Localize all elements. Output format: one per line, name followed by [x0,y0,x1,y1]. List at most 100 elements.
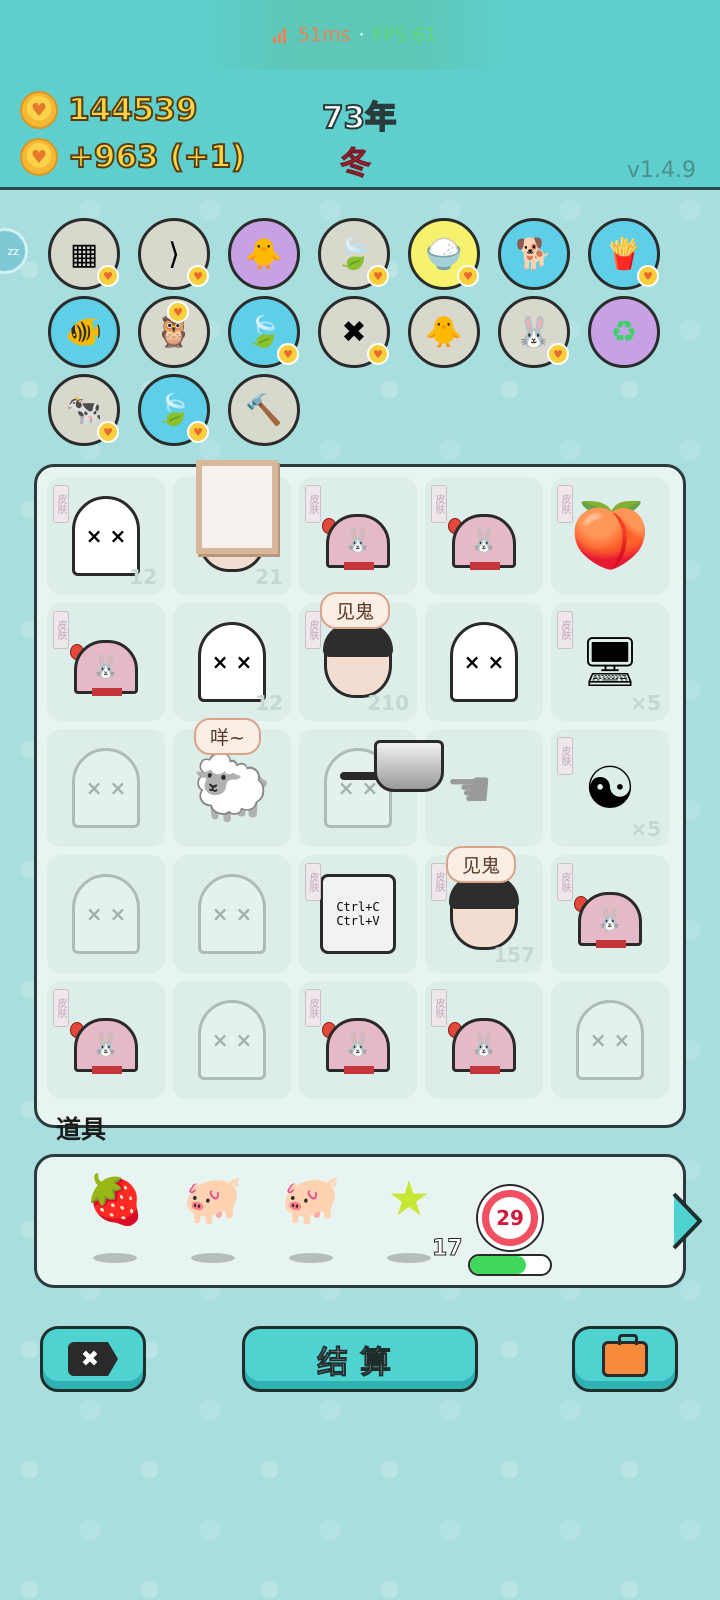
board-cell[interactable]: × × [173,981,291,1099]
skin-tag: 皮肤 [305,989,321,1027]
board-cell[interactable]: 皮肤 🐰 [425,981,543,1099]
board-cell[interactable]: × × [173,855,291,973]
chick-egg-icon[interactable]: 🐥 [408,296,480,368]
star-count: 17 [432,1236,464,1262]
skin-tag: 皮肤 [431,989,447,1027]
shiba-dog-icon[interactable]: 🐕 [498,218,570,290]
items-label: 道具 [56,1115,107,1144]
piggy-bank-icon: 🐖 [281,1172,341,1228]
tofu-cubes-icon[interactable]: ▦ ♥ [48,218,120,290]
bagua-icon: ☯ [584,754,636,822]
skin-tag: 皮肤 [53,485,69,523]
signal-icon [272,27,286,43]
piggy-bank-item[interactable]: 🐖 [273,1171,349,1267]
bag-button[interactable] [572,1326,678,1392]
board-cell[interactable]: 皮肤 × × 12 [47,477,165,595]
cooking-pot-icon[interactable] [374,740,444,792]
piggy-bank-item[interactable]: 🐖 [175,1171,251,1267]
heart-badge-icon: ♥ [97,421,119,443]
heart-badge-icon: ♥ [547,343,569,365]
skin-tag: 皮肤 [305,485,321,523]
ghost-icon: × × [72,748,140,828]
ghost-icon: × × [198,622,266,702]
board-cell[interactable]: 皮肤 🐰 [47,981,165,1099]
board-cell[interactable]: 皮肤 🐰 [425,477,543,595]
bunny-tent-icon: 🐰 [448,1004,520,1076]
leaf-icon[interactable]: 🍃 ♥ [138,374,210,446]
skin-tag: 皮肤 [53,989,69,1027]
board-cell[interactable]: 皮肤 🖥 ×5 [551,603,669,721]
board-cell[interactable]: × × 12 [173,603,291,721]
leaf-icon[interactable]: 🍃 ♥ [318,218,390,290]
ghost-icon: × × [576,1000,644,1080]
fish-tank-icon[interactable]: 🐠 [48,296,120,368]
ghost-icon: × × [198,1000,266,1080]
star-icon: ★ [387,1171,431,1227]
owl-pair-icon[interactable]: 🦉 ♥ [138,296,210,368]
top-header: 51ms · FPS 61 ♥ 144539 ♥ +963 (+1) 73年 冬… [0,0,720,190]
skin-tag: 皮肤 [53,611,69,649]
skin-tag: 皮肤 [557,485,573,523]
skip-arrow-icon[interactable]: ⟩ ♥ [138,218,210,290]
next-page-arrow-icon[interactable] [670,1190,704,1252]
board-cell[interactable]: 皮肤 🐰 [299,477,417,595]
exit-button[interactable]: ✖ [40,1326,146,1392]
french-fries-icon[interactable]: 🍟 ♥ [588,218,660,290]
ghost-icon: × × [198,874,266,954]
timer-progress [468,1254,552,1276]
picture-frame-icon[interactable] [196,460,278,554]
ghost-icon: × × [72,496,140,576]
bunny-icon[interactable]: 🐰 ♥ [498,296,570,368]
skin-tag: 皮肤 [557,737,573,775]
heart-badge-icon: ♥ [277,343,299,365]
cow-pair-icon[interactable]: 🐄 ♥ [48,374,120,446]
ghost-icon: × × [450,622,518,702]
board-cell[interactable]: 皮肤 Ctrl+C Ctrl+V [299,855,417,973]
board-cell[interactable]: 皮肤 🐰 [551,855,669,973]
coin-heart-icon: ♥ [20,91,58,129]
items-panel: 🍓 🐖 🐖 ★ [34,1154,686,1288]
board-cell[interactable]: × × [47,729,165,847]
heart-badge-icon: ♥ [187,421,209,443]
peach-icon: 🍑 [570,499,650,573]
heart-badge-icon: ♥ [367,265,389,287]
cell-count: 157 [493,943,535,967]
chick-egg-icon[interactable]: 🐥 [228,218,300,290]
board-cell[interactable]: × × [47,855,165,973]
leaf-icon[interactable]: 🍃 ♥ [228,296,300,368]
settle-button[interactable]: 结算 [242,1326,478,1392]
board-cell[interactable]: × × [425,603,543,721]
game-board: 皮肤 × × 12 21 皮肤 🐰 皮肤 🐰 皮肤 🍑 皮肤 🐰 × × 12 … [34,464,686,1128]
heart-badge-icon: ♥ [187,265,209,287]
coin-count: 144539 [67,91,198,129]
rice-bowl-icon[interactable]: 🍚 ♥ [408,218,480,290]
bunny-tent-icon: 🐰 [70,1004,142,1076]
skin-tag: 皮肤 [431,863,447,901]
speech-bubble: 见鬼 [320,592,391,629]
ghost-icon: × × [72,874,140,954]
timer-value: 29 [489,1197,531,1239]
timer-badge[interactable]: 29 [478,1186,542,1250]
board-cell[interactable]: 皮肤 🐰 [299,981,417,1099]
hammer-icon[interactable]: 🔨 [228,374,300,446]
item-shadow [387,1253,431,1263]
skin-tag: 皮肤 [431,485,447,523]
briefcase-icon [602,1334,648,1377]
board-cell[interactable]: 皮肤 ☯ ×5 [551,729,669,847]
exit-tag-icon[interactable]: ✖ ♥ [318,296,390,368]
income-count: +963 (+1) [67,138,246,176]
heart-badge-icon: ♥ [637,265,659,287]
cell-count: ×5 [630,817,661,841]
bunny-tent-icon: 🐰 [70,626,142,698]
bunny-tent-icon: 🐰 [322,500,394,572]
board-cell[interactable]: × × [551,981,669,1099]
coin-income: ♥ +963 (+1) [20,138,246,176]
lychee-icon: 🍓 [85,1172,145,1228]
recycle-icon[interactable]: ♻ [588,296,660,368]
lychee-item[interactable]: 🍓 [77,1171,153,1267]
board-cell[interactable]: 皮肤 🐰 [47,603,165,721]
bunny-tent-icon: 🐰 [322,1004,394,1076]
item-shadow [289,1253,333,1263]
board-cell[interactable]: 皮肤 🍑 [551,477,669,595]
skin-tag: 皮肤 [305,611,321,649]
